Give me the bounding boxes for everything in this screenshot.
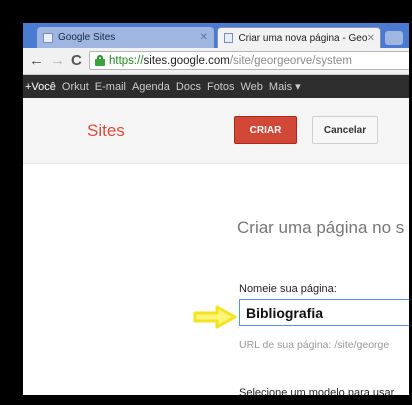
browser-window: Google Sites ✕ Criar uma nova página - G… — [23, 23, 409, 395]
google-bar: +Você Orkut E-mail Agenda Docs Fotos Web… — [23, 75, 409, 98]
address-bar[interactable]: https://sites.google.com/site/georgeorve… — [89, 51, 409, 70]
gbar-item-mais[interactable]: Mais ▾ — [269, 80, 301, 93]
tab-criar-pagina[interactable]: Criar uma nova página - Georg ✕ — [217, 27, 381, 48]
tab-strip: Google Sites ✕ Criar uma nova página - G… — [23, 23, 409, 48]
gbar-item-web[interactable]: Web — [240, 81, 262, 93]
gbar-item-orkut[interactable]: Orkut — [62, 81, 89, 93]
page-name-input[interactable] — [239, 299, 409, 326]
url-host: sites.google.com — [143, 54, 230, 67]
url-scheme: https:// — [109, 54, 144, 67]
new-tab-button[interactable] — [385, 31, 403, 45]
gbar-item-fotos[interactable]: Fotos — [207, 81, 235, 93]
ssl-lock-icon — [95, 55, 105, 66]
create-button[interactable]: CRIAR — [234, 116, 297, 144]
tab-label: Criar uma nova página - Georg — [238, 32, 367, 44]
close-tab-icon[interactable]: ✕ — [367, 33, 375, 44]
cancel-button[interactable]: Cancelar — [312, 116, 378, 144]
sites-favicon-icon — [43, 32, 53, 43]
gbar-item-docs[interactable]: Docs — [176, 81, 201, 93]
template-select-label: Selecione um modelo para usar — [239, 387, 395, 395]
tab-label: Google Sites — [58, 32, 116, 43]
close-tab-icon[interactable]: ✕ — [200, 32, 208, 43]
sites-favicon-icon — [224, 33, 234, 43]
url-path: /site/georgeorve/system — [229, 54, 352, 67]
screenshot-frame: Google Sites ✕ Criar uma nova página - G… — [0, 0, 412, 405]
sites-logo[interactable]: Sites — [87, 121, 125, 141]
page-name-label: Nomeie sua página: — [239, 283, 337, 295]
gbar-item-voce[interactable]: +Você — [25, 81, 56, 93]
sites-header: Sites CRIAR Cancelar — [23, 98, 409, 164]
gbar-item-agenda[interactable]: Agenda — [132, 81, 170, 93]
forward-arrow-icon[interactable]: → — [50, 52, 65, 69]
yellow-right-arrow-icon — [193, 305, 237, 329]
gbar-item-email[interactable]: E-mail — [95, 81, 126, 93]
back-arrow-icon[interactable]: ← — [29, 52, 44, 69]
address-bar-row: ← → C https://sites.google.com/site/geor… — [23, 48, 409, 75]
page-title: Criar uma página no s — [237, 218, 405, 237]
tab-google-sites[interactable]: Google Sites ✕ — [37, 27, 214, 48]
reload-icon[interactable]: C — [71, 52, 82, 69]
page-url-hint: URL de sua página: /site/george — [239, 339, 390, 351]
